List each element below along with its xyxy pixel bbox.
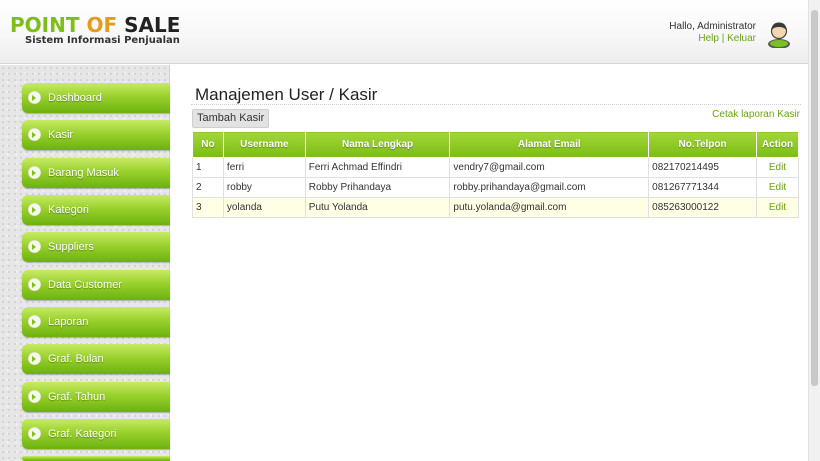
table-row: 2 robby Robby Prihandaya robby.prihanday… [192,177,800,198]
arrow-circle-icon [28,427,41,440]
arrow-circle-icon [28,352,41,365]
link-separator: | [721,33,725,44]
help-link[interactable]: Help [698,33,719,44]
cell-username: ferri [222,157,306,178]
cell-action: Edit [755,157,800,178]
column-header-email: Alamat Email [449,131,650,158]
column-header-username: Username [222,131,306,158]
sidebar-item-barang-masuk[interactable]: Barang Masuk [22,158,170,188]
sidebar-item-data-customer[interactable]: Data Customer [22,270,170,300]
print-report-link[interactable]: Cetak laporan Kasir [712,109,800,120]
sidebar-item-kategori[interactable]: Kategori [22,195,170,225]
table-row: 1 ferri Ferri Achmad Effindri vendry7@gm… [192,157,800,178]
cell-action: Edit [755,197,800,218]
logo-subtitle: Sistem Informasi Penjualan [25,35,180,46]
edit-link[interactable]: Edit [769,182,786,193]
sidebar-item-graf-bulan[interactable]: Graf. Bulan [22,344,170,374]
arrow-circle-icon [28,315,41,328]
cell-username: yolanda [222,197,306,218]
arrow-circle-icon [28,278,41,291]
logo-word-of: OF [86,13,118,37]
cell-phone: 082170214495 [648,157,757,178]
cell-email: vendry7@gmail.com [449,157,650,178]
sidebar-item-label: Kasir [48,129,74,141]
page-title: Manajemen User / Kasir [195,85,378,104]
cell-no: 2 [192,177,224,198]
column-header-no: No [192,131,224,158]
logo-word-sale: SALE [124,13,181,37]
users-table: No Username Nama Lengkap Alamat Email No… [192,131,800,218]
sidebar-item-laporan[interactable]: Laporan [22,307,170,337]
header-bar: POINT OF SALE Sistem Informasi Penjualan… [0,0,808,64]
sidebar-item-partial [22,456,170,461]
scrollbar-thumb[interactable] [811,10,818,386]
greeting-text: Hallo, Administrator [669,21,756,32]
user-avatar-icon [768,22,790,48]
arrow-circle-icon [28,91,41,104]
arrow-circle-icon [28,390,41,403]
sidebar-item-label: Graf. Tahun [48,391,106,403]
sidebar-item-label: Data Customer [48,279,122,291]
cell-action: Edit [755,177,800,198]
cell-email: putu.yolanda@gmail.com [449,197,650,218]
cell-username: robby [222,177,306,198]
logo-word-point: POINT [10,13,80,37]
sidebar-item-label: Graf. Kategori [48,428,117,440]
cell-name: Robby Prihandaya [304,177,451,198]
cell-name: Ferri Achmad Effindri [304,157,451,178]
add-kasir-button[interactable]: Tambah Kasir [192,109,270,128]
table-header-row: No Username Nama Lengkap Alamat Email No… [192,131,800,158]
user-links: Help | Keluar [669,33,756,45]
sidebar-item-label: Barang Masuk [48,167,119,179]
sidebar-item-graf-kategori[interactable]: Graf. Kategori [22,419,170,449]
sidebar-item-label: Dashboard [48,92,102,104]
sidebar-item-label: Suppliers [48,241,94,253]
cell-no: 3 [192,197,224,218]
user-box: Hallo, Administrator Help | Keluar [669,21,756,45]
logout-link[interactable]: Keluar [727,33,756,44]
main-content: Manajemen User / Kasir Tambah Kasir Ceta… [171,65,808,461]
sidebar-item-suppliers[interactable]: Suppliers [22,232,170,262]
edit-link[interactable]: Edit [769,202,786,213]
column-header-phone: No.Telpon [648,131,757,158]
sidebar-item-label: Kategori [48,204,89,216]
arrow-circle-icon [28,128,41,141]
arrow-circle-icon [28,203,41,216]
title-divider [191,104,801,105]
sidebar-item-label: Laporan [48,316,89,328]
arrow-circle-icon [28,240,41,253]
column-header-name: Nama Lengkap [304,131,451,158]
sidebar-item-dashboard[interactable]: Dashboard [22,83,170,113]
cell-name: Putu Yolanda [304,197,451,218]
logo-title: POINT OF SALE [10,14,180,36]
cell-phone: 085263000122 [648,197,757,218]
vertical-scrollbar[interactable] [808,0,820,461]
cell-no: 1 [192,157,224,178]
table-row: 3 yolanda Putu Yolanda putu.yolanda@gmai… [192,197,800,218]
cell-phone: 081267771344 [648,177,757,198]
arrow-circle-icon [28,166,41,179]
edit-link[interactable]: Edit [769,162,786,173]
sidebar-item-graf-tahun[interactable]: Graf. Tahun [22,382,170,412]
app-logo: POINT OF SALE Sistem Informasi Penjualan [10,14,180,46]
sidebar: Dashboard Kasir Barang Masuk Kategori Su… [0,65,170,461]
sidebar-item-label: Graf. Bulan [48,353,104,365]
column-header-action: Action [755,131,800,158]
cell-email: robby.prihandaya@gmail.com [449,177,650,198]
sidebar-item-kasir[interactable]: Kasir [22,120,170,150]
